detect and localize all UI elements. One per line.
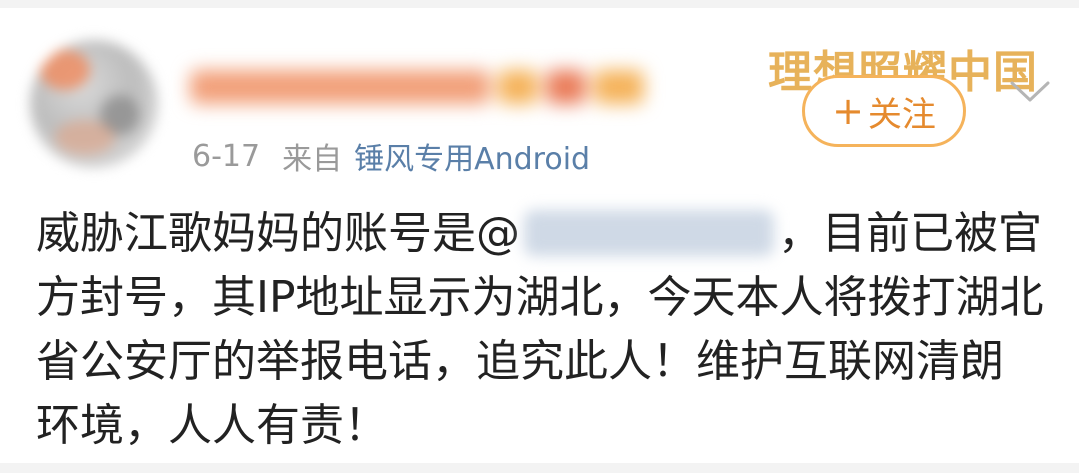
post-date: 6-17 (192, 138, 261, 174)
post-card: 6-17 来自 锤风专用Android 理想照耀中国 + 关注 威胁江歌妈妈的账… (0, 8, 1079, 463)
chevron-down-icon[interactable] (1008, 78, 1052, 106)
badge-blur-block (594, 70, 644, 104)
follow-button[interactable]: + 关注 (802, 75, 966, 147)
plus-icon: + (832, 89, 864, 133)
post-body: 威胁江歌妈妈的账号是@ ，目前已被官方封号，其IP地址显示为湖北，今天本人将拨打湖… (36, 202, 1046, 458)
badge-blur-block (498, 70, 538, 104)
source-label: 来自 (282, 142, 343, 177)
post-body-text-start: 威胁江歌妈妈的账号是@ (36, 208, 520, 259)
username-blurred[interactable] (190, 63, 660, 111)
username-blur-block (190, 70, 490, 104)
follow-button-label: 关注 (867, 94, 936, 135)
badge-blur-block (546, 70, 586, 104)
post-meta: 6-17 来自 锤风专用Android (192, 134, 590, 178)
avatar-blur-shape (40, 50, 90, 90)
avatar[interactable] (30, 40, 158, 168)
source-device-link[interactable]: 锤风专用Android (354, 134, 590, 178)
mention-blurred[interactable] (524, 210, 774, 256)
avatar-blur-shape (55, 120, 115, 155)
